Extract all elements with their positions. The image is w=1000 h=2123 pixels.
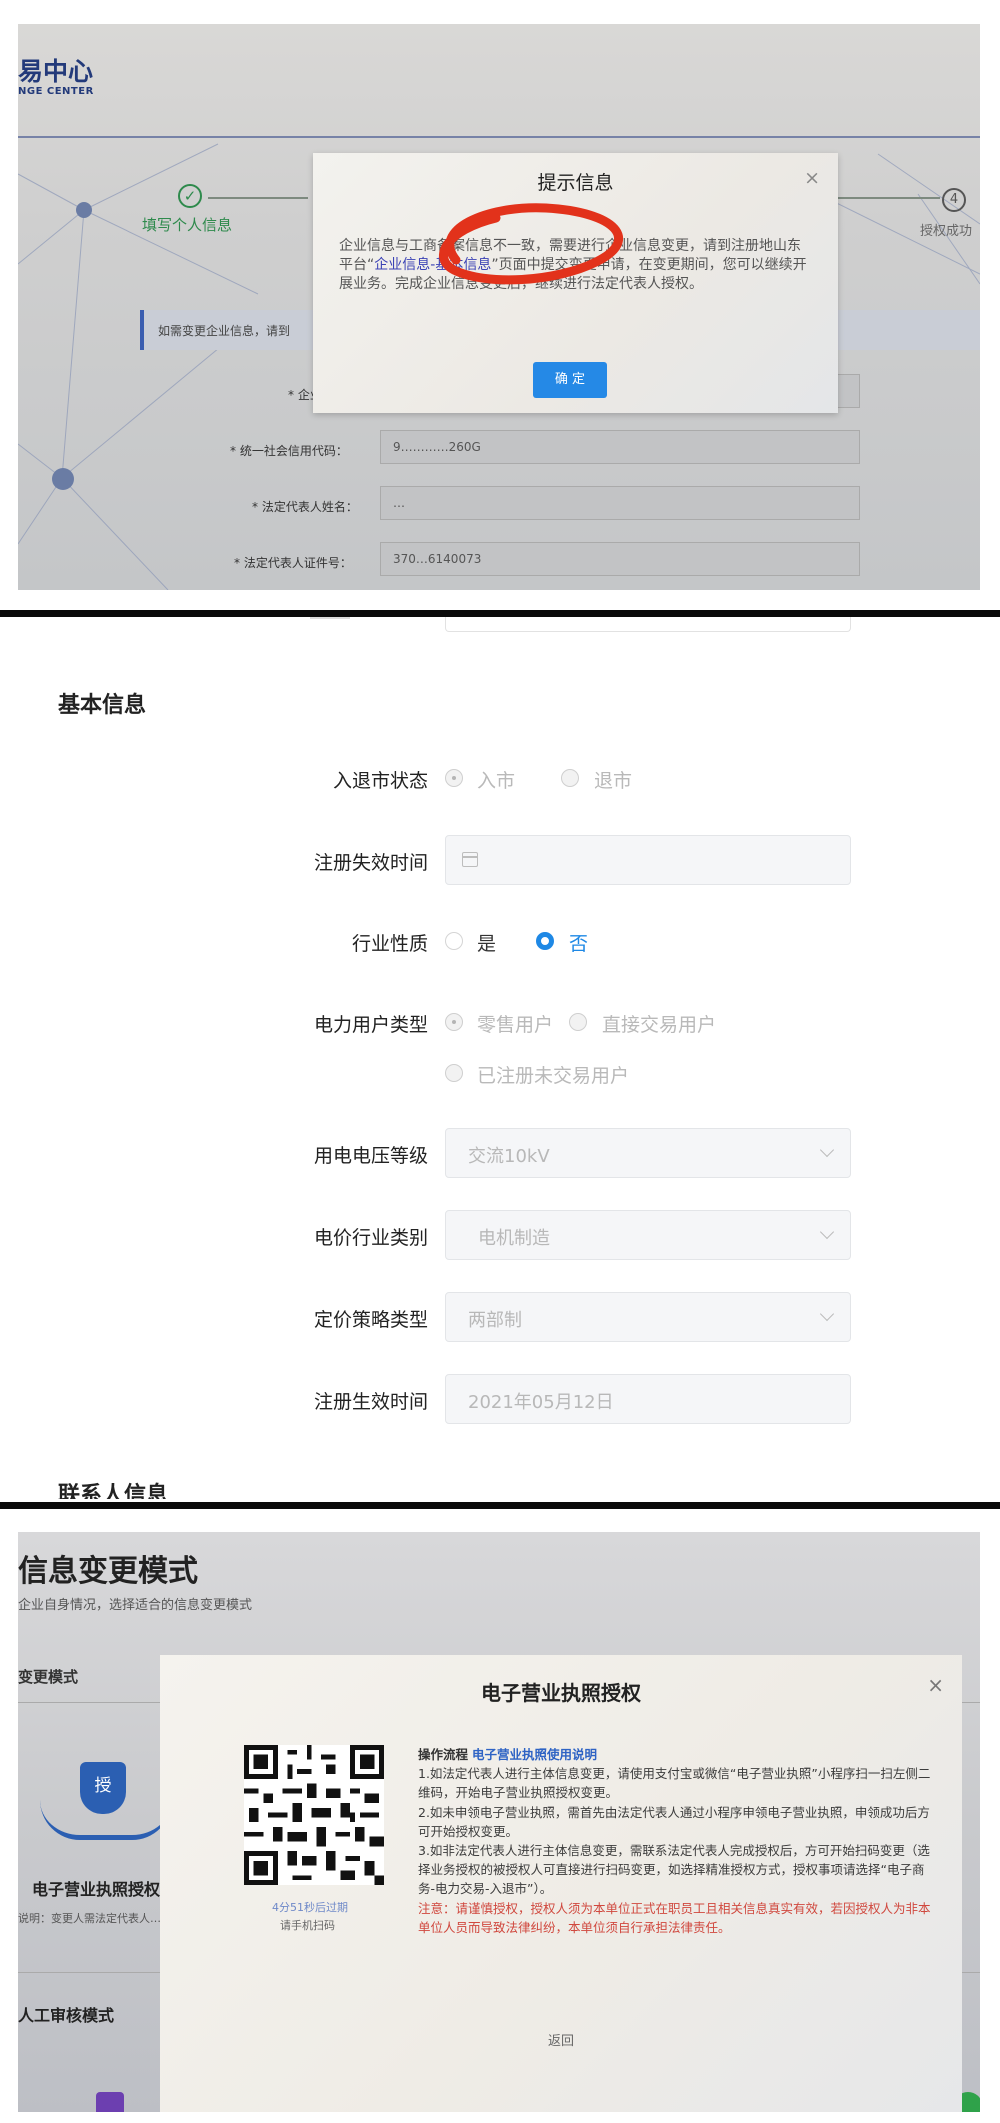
price-category-value: 电机制造 [478, 1228, 550, 1249]
license-mode-card-desc: 说明：变更人需法定代表人… [18, 1912, 161, 1925]
radio-direct-user[interactable] [569, 1013, 587, 1031]
cropped-label [310, 617, 350, 619]
modal-title: 电子营业执照授权 [481, 1681, 641, 1705]
license-mode-card-label[interactable]: 电子营业执照授权 [32, 1876, 160, 1900]
user-type-label: 电力用户类型 [313, 1014, 428, 1036]
field-label: * 法定代表人证件号： [234, 556, 352, 570]
field-label: * 统一社会信用代码： [230, 444, 348, 458]
page-subtitle: 企业自身情况，选择适合的信息变更模式 [18, 1598, 253, 1613]
license-auth-modal: 电子营业执照授权 × 4分51秒后过期 请手机扫码 操作流程 电子营业执照使用说… [160, 1655, 962, 2112]
panel-prompt-dialog: 易中心 NGE CENTER ✓ 填写个人信息 4 授权成功 如需变更企业信息，… [0, 0, 1000, 610]
market-status-label: 入退市状态 [332, 770, 428, 792]
radio-exit-market-label: 退市 [594, 770, 633, 792]
radio-retail-user[interactable] [445, 1013, 463, 1031]
radio-enter-market[interactable] [445, 769, 463, 787]
instructions: 操作流程 电子营业执照使用说明 1.如法定代表人进行主体信息变更，请使用支付宝或… [418, 1745, 938, 1937]
qr-code-icon [244, 1745, 384, 1885]
step1-check-icon: ✓ [178, 184, 202, 208]
step4-label: 授权成功 [920, 224, 973, 239]
modal-title: 提示信息 [537, 172, 614, 194]
instruction-step-3: 3.如非法定代表人进行主体信息变更，需联系法定代表人完成授权后，方可开始扫码变更… [418, 1843, 930, 1897]
divider [0, 610, 1000, 617]
site-logo: 易中心 [18, 57, 94, 86]
radio-industry-yes-label: 是 [477, 933, 497, 955]
legal-rep-name-input[interactable]: … [380, 486, 860, 520]
mode-section-label: 变更模式 [18, 1668, 79, 1686]
price-category-select[interactable]: 电机制造 [445, 1210, 851, 1260]
next-section-title: 联系人信息 [58, 1483, 169, 1499]
manual-mode-label: 人工审核模式 [18, 2006, 115, 2025]
radio-exit-market[interactable] [561, 769, 579, 787]
section-title: 基本信息 [58, 693, 147, 718]
screen-photo: 易中心 NGE CENTER ✓ 填写个人信息 4 授权成功 如需变更企业信息，… [18, 24, 980, 590]
chevron-down-icon [819, 1224, 835, 1240]
radio-enter-market-label: 入市 [477, 770, 516, 792]
reg-effective-input[interactable]: 2021年05月12日 [445, 1374, 851, 1424]
divider [0, 1502, 1000, 1509]
radio-retail-user-label: 零售用户 [477, 1014, 554, 1036]
legal-rep-id-input[interactable]: 370…6140073 [380, 542, 860, 576]
chevron-down-icon [819, 1306, 835, 1322]
reg-expire-label: 注册失效时间 [313, 852, 428, 874]
red-circle-annotation [439, 203, 623, 285]
reg-effective-label: 注册生效时间 [313, 1391, 428, 1413]
confirm-button[interactable]: 确 定 [533, 362, 607, 398]
panel-basic-info-form: 基本信息 入退市状态 入市 退市 注册失效时间 行业性质 是 否 电力用户类型 … [0, 617, 1000, 1502]
voltage-value: 交流10kV [468, 1146, 550, 1167]
close-icon[interactable]: × [927, 1673, 944, 1697]
radio-direct-user-label: 直接交易用户 [602, 1014, 717, 1036]
warning-note: 注意：请谨慎授权，授权人须为本单位正式在职员工且相关信息真实有效，若因授权人为非… [418, 1900, 931, 1935]
reg-effective-value: 2021年05月12日 [468, 1392, 614, 1413]
instructions-header: 操作流程 电子营业执照使用说明 [418, 1745, 938, 1764]
voltage-select[interactable]: 交流10kV [445, 1128, 851, 1178]
network-node [52, 468, 74, 490]
radio-industry-no-label: 否 [569, 933, 589, 955]
close-icon[interactable]: × [804, 167, 820, 189]
instruction-step-2: 2.如未申领电子营业执照，需首先由法定代表人通过小程序申领电子营业执照，申领成功… [418, 1804, 930, 1839]
radio-industry-no[interactable] [536, 932, 554, 950]
instruction-step-1: 1.如法定代表人进行主体信息变更，请使用支付宝或微信“电子营业执照”小程序扫一扫… [418, 1766, 931, 1801]
cropped-input [445, 617, 851, 632]
voltage-label: 用电电压等级 [313, 1145, 428, 1167]
price-category-label: 电价行业类别 [313, 1227, 428, 1249]
chevron-down-icon [819, 1142, 835, 1158]
screenshot-collage: 易中心 NGE CENTER ✓ 填写个人信息 4 授权成功 如需变更企业信息，… [0, 0, 1000, 2123]
notice-text: 如需变更企业信息，请到 [158, 324, 291, 338]
radio-industry-yes[interactable] [445, 932, 463, 950]
flow-title: 操作流程 [418, 1747, 469, 1762]
field-label: * 法定代表人姓名： [252, 500, 358, 514]
radio-registered-user[interactable] [445, 1064, 463, 1082]
pricing-strategy-label: 定价策略类型 [313, 1309, 428, 1331]
radio-registered-user-label: 已注册未交易用户 [477, 1065, 630, 1087]
qr-expire-timer: 4分51秒后过期 [272, 1901, 348, 1914]
usage-guide-link[interactable]: 电子营业执照使用说明 [472, 1747, 597, 1762]
pricing-strategy-value: 两部制 [468, 1310, 522, 1331]
network-node [76, 202, 92, 218]
calendar-icon [462, 852, 478, 867]
industry-label: 行业性质 [351, 933, 428, 955]
step1-label: 填写个人信息 [142, 216, 233, 234]
reg-expire-date-picker[interactable] [445, 835, 851, 885]
panel-license-auth: 信息变更模式 企业自身情况，选择适合的信息变更模式 变更模式 授 电子营业执照授… [0, 1509, 1000, 2123]
page-title: 信息变更模式 [18, 1554, 198, 1589]
return-button[interactable]: 返回 [160, 2030, 962, 2049]
step-connector [208, 197, 308, 199]
header-divider [18, 136, 980, 138]
shield-icon: 授 [80, 1762, 126, 1814]
qr-scan-tip: 请手机扫码 [280, 1919, 335, 1932]
credit-code-input[interactable]: 9…………260G [380, 430, 860, 464]
app-icon [96, 2092, 124, 2112]
screen-photo: 信息变更模式 企业自身情况，选择适合的信息变更模式 变更模式 授 电子营业执照授… [18, 1532, 980, 2112]
pricing-strategy-select[interactable]: 两部制 [445, 1292, 851, 1342]
site-logo-sub: NGE CENTER [18, 86, 94, 97]
step4-number: 4 [942, 188, 966, 212]
